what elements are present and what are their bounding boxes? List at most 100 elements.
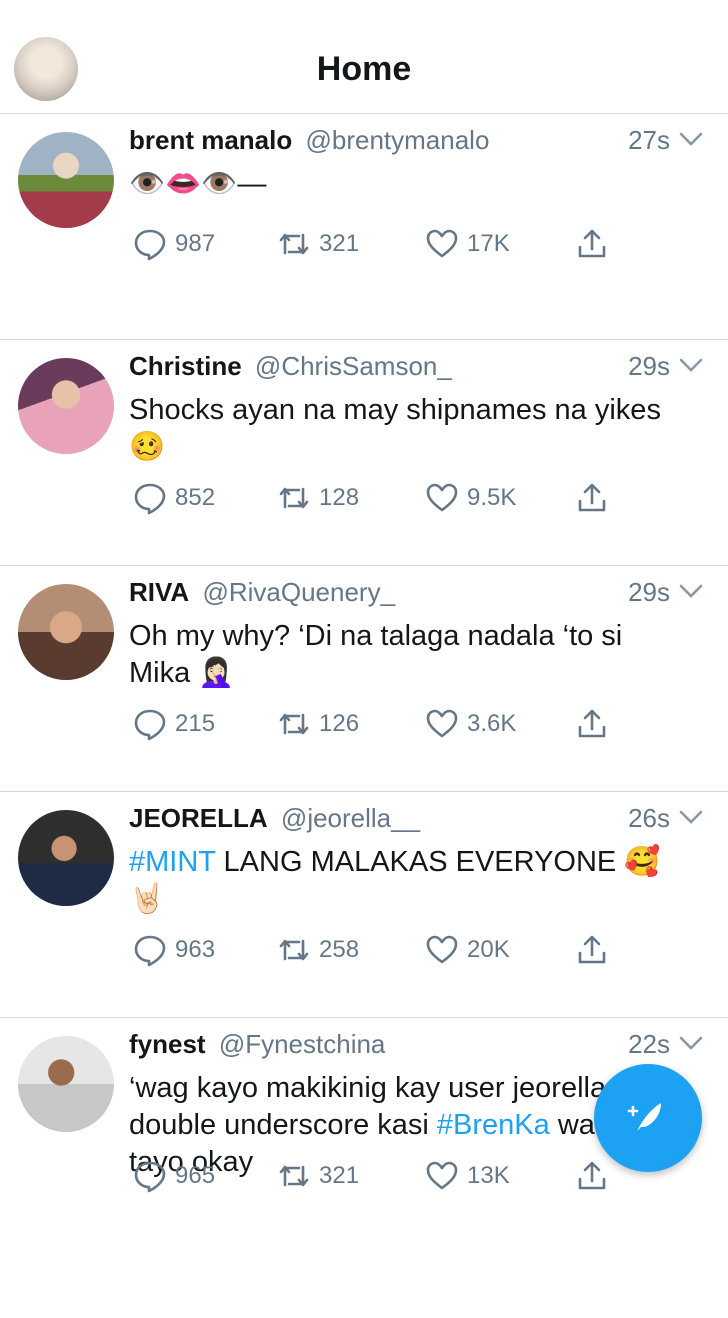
- avatar[interactable]: [18, 810, 114, 906]
- hashtag-link[interactable]: #BrenKa: [437, 1109, 550, 1141]
- heart-icon: [426, 483, 458, 512]
- reply-icon: [134, 935, 166, 967]
- tweet[interactable]: brent manalo @brentymanalo 27s 👁️👄👁️— 98…: [0, 114, 728, 340]
- like-button[interactable]: 13K: [425, 1156, 510, 1196]
- tweet-header: Christine @ChrisSamson_ 29s: [129, 346, 704, 386]
- retweet-count: 321: [319, 1162, 360, 1189]
- heart-icon: [426, 709, 458, 738]
- like-button[interactable]: 9.5K: [425, 478, 516, 518]
- timestamp: 29s: [628, 351, 670, 381]
- user-handle[interactable]: @jeorella__: [281, 803, 420, 833]
- retweet-icon: [279, 487, 309, 509]
- tweet[interactable]: RIVA @RivaQuenery_ 29s Oh my why? ‘Di na…: [0, 566, 728, 792]
- like-count: 3.6K: [467, 710, 517, 737]
- compose-button[interactable]: [594, 1064, 702, 1172]
- tweet-text: #MINT LANG MALAKAS EVERYONE 🥰 🤘🏻: [129, 844, 688, 918]
- reply-button[interactable]: 987: [133, 224, 215, 264]
- timestamp: 29s: [628, 577, 670, 607]
- share-icon: [578, 229, 606, 258]
- retweet-button[interactable]: 128: [277, 478, 359, 518]
- retweet-count: 128: [319, 484, 360, 511]
- tweet-header: fynest @Fynestchina 22s: [129, 1024, 704, 1064]
- display-name[interactable]: fynest: [129, 1029, 206, 1059]
- retweet-button[interactable]: 126: [277, 704, 359, 744]
- retweet-icon: [279, 713, 309, 735]
- share-icon: [578, 935, 606, 964]
- retweet-icon: [279, 939, 309, 961]
- tweet-actions: 852 128 9.5K: [129, 478, 629, 518]
- like-count: 9.5K: [467, 484, 517, 511]
- avatar[interactable]: [18, 1036, 114, 1132]
- timestamp: 27s: [628, 125, 670, 155]
- heart-icon: [426, 229, 458, 258]
- tweet-actions: 215 126 3.6K: [129, 704, 629, 744]
- reply-count: 963: [175, 936, 216, 963]
- like-count: 13K: [467, 1162, 510, 1189]
- page-title: Home: [316, 50, 412, 88]
- share-button[interactable]: [575, 930, 617, 970]
- retweet-button[interactable]: 321: [277, 224, 359, 264]
- reply-button[interactable]: 965: [133, 1156, 215, 1196]
- tweet-header: RIVA @RivaQuenery_ 29s: [129, 572, 704, 612]
- heart-icon: [426, 935, 458, 964]
- user-handle[interactable]: @ChrisSamson_: [255, 351, 452, 381]
- share-icon: [578, 709, 606, 738]
- retweet-count: 321: [319, 230, 360, 257]
- tweet-text: Oh my why? ‘Di na talaga nadala ‘to si M…: [129, 620, 623, 689]
- reply-count: 965: [175, 1162, 216, 1189]
- like-count: 20K: [467, 936, 510, 963]
- reply-count: 852: [175, 484, 216, 511]
- share-icon: [578, 1161, 606, 1190]
- avatar[interactable]: [18, 584, 114, 680]
- timestamp: 26s: [628, 803, 670, 833]
- tweet-header: brent manalo @brentymanalo 27s: [129, 120, 704, 160]
- chevron-down-icon[interactable]: [678, 1024, 704, 1075]
- tweet-header: JEORELLA @jeorella__ 26s: [129, 798, 704, 838]
- tweet[interactable]: fynest @Fynestchina 22s ‘wag kayo makiki…: [0, 1018, 728, 1318]
- share-button[interactable]: [575, 224, 617, 264]
- retweet-count: 126: [319, 710, 360, 737]
- reply-icon: [134, 709, 166, 741]
- reply-button[interactable]: 215: [133, 704, 215, 744]
- retweet-icon: [279, 1165, 309, 1187]
- like-button[interactable]: 20K: [425, 930, 510, 970]
- display-name[interactable]: JEORELLA: [129, 803, 268, 833]
- avatar[interactable]: [18, 358, 114, 454]
- hashtag-link[interactable]: #MINT: [129, 846, 215, 878]
- tweet[interactable]: JEORELLA @jeorella__ 26s #MINT LANG MALA…: [0, 792, 728, 1018]
- user-handle[interactable]: @RivaQuenery_: [202, 577, 395, 607]
- retweet-button[interactable]: 321: [277, 1156, 359, 1196]
- like-button[interactable]: 3.6K: [425, 704, 516, 744]
- reply-button[interactable]: 852: [133, 478, 215, 518]
- reply-icon: [134, 229, 166, 261]
- reply-icon: [134, 483, 166, 515]
- reply-icon: [134, 1161, 166, 1193]
- chevron-down-icon[interactable]: [678, 120, 704, 171]
- tweet-actions: 965 321 13K: [129, 1156, 629, 1196]
- share-button[interactable]: [575, 1156, 617, 1196]
- retweet-icon: [279, 233, 309, 255]
- chevron-down-icon[interactable]: [678, 572, 704, 623]
- share-button[interactable]: [575, 478, 617, 518]
- tweet-actions: 987 321 17K: [129, 224, 629, 264]
- avatar[interactable]: [18, 132, 114, 228]
- chevron-down-icon[interactable]: [678, 346, 704, 397]
- retweet-count: 258: [319, 936, 360, 963]
- display-name[interactable]: RIVA: [129, 577, 189, 607]
- compose-feather-icon: [627, 1103, 661, 1131]
- heart-icon: [426, 1161, 458, 1190]
- tweet-text: 👁️👄👁️—: [129, 168, 267, 200]
- retweet-button[interactable]: 258: [277, 930, 359, 970]
- user-handle[interactable]: @Fynestchina: [219, 1029, 386, 1059]
- tweet[interactable]: Christine @ChrisSamson_ 29s Shocks ayan …: [0, 340, 728, 566]
- tweet-actions: 963 258 20K: [129, 930, 629, 970]
- like-button[interactable]: 17K: [425, 224, 510, 264]
- like-count: 17K: [467, 230, 510, 257]
- user-handle[interactable]: @brentymanalo: [305, 125, 489, 155]
- chevron-down-icon[interactable]: [678, 798, 704, 849]
- top-bar: Home: [0, 0, 728, 114]
- display-name[interactable]: Christine: [129, 351, 242, 381]
- display-name[interactable]: brent manalo: [129, 125, 292, 155]
- share-button[interactable]: [575, 704, 617, 744]
- reply-button[interactable]: 963: [133, 930, 215, 970]
